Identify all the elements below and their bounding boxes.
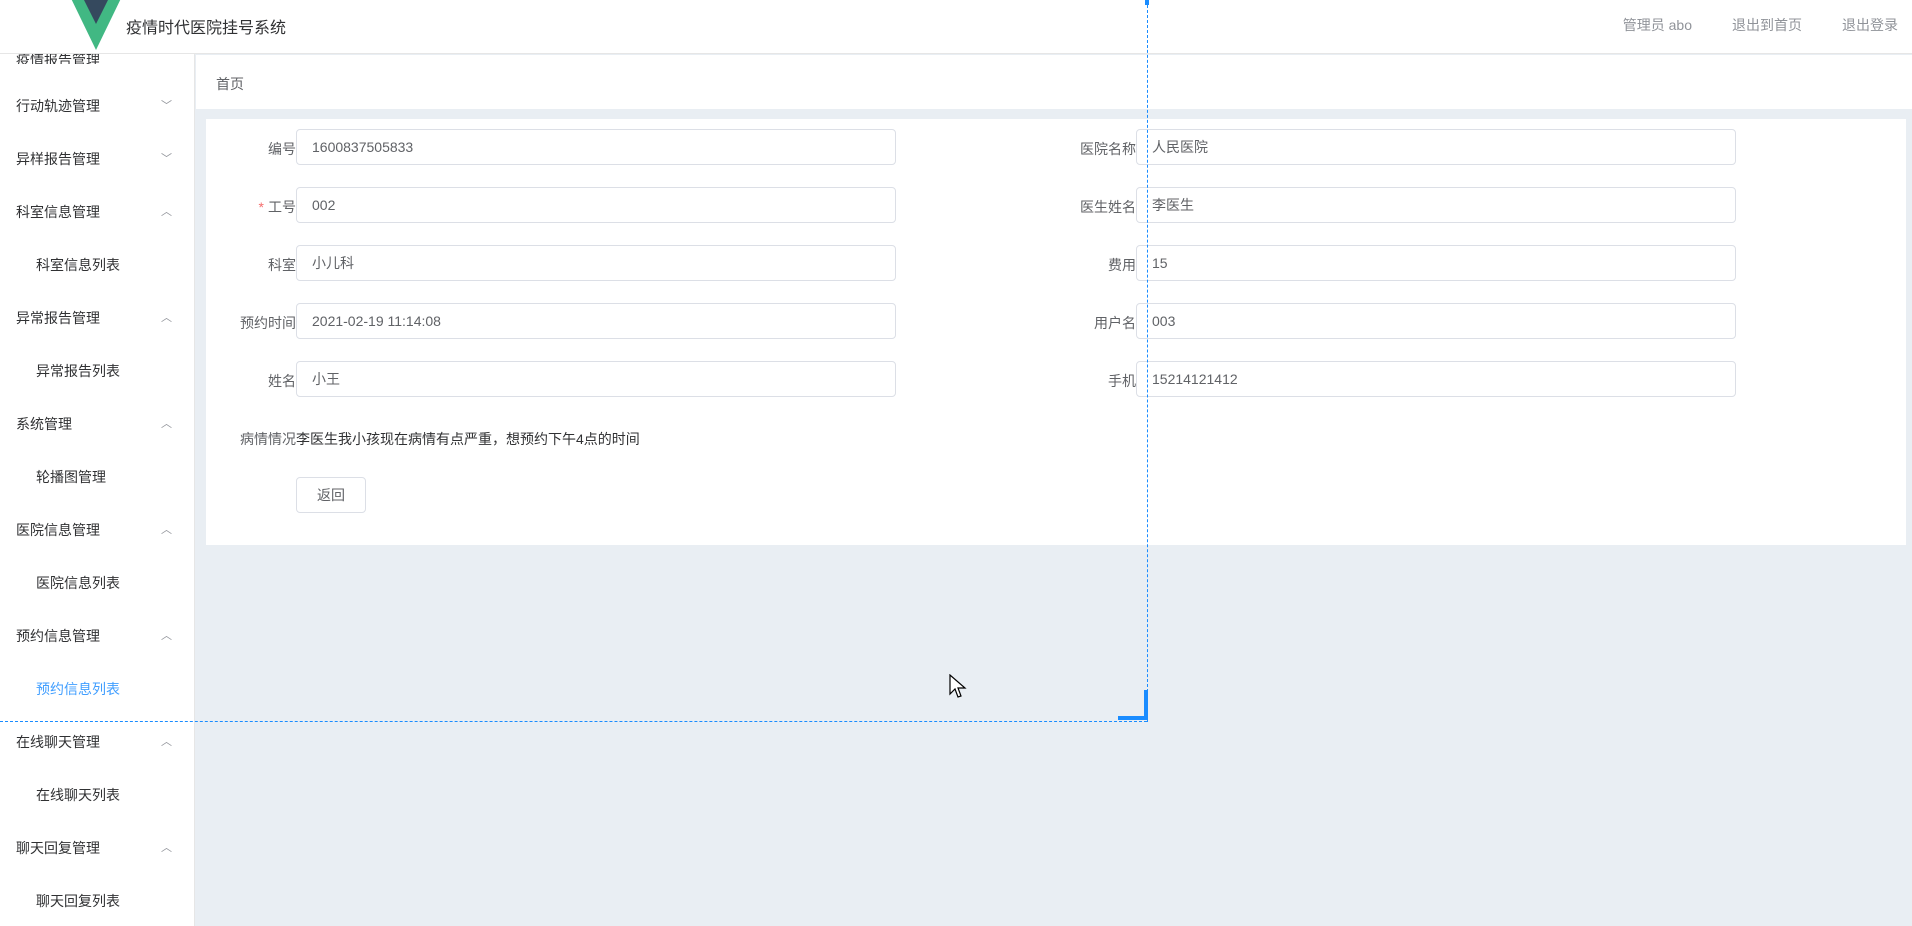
username-label: 用户名 (1094, 315, 1136, 331)
vue-logo-icon (71, 0, 121, 50)
chevron-up-icon: ︿ (161, 206, 172, 218)
sidebar-group-label: 异常报告管理 (16, 310, 100, 326)
appointment-detail-form: 编号 医院名称 *工号 医生姓名 科室 费用 预约时间 用户名 姓名 手机 病情… (206, 119, 1906, 545)
sidebar-group-label: 异样报告管理 (16, 151, 100, 167)
sidebar-group-abnormal-report[interactable]: 异样报告管理 ﹀ (0, 133, 194, 186)
selection-corner-handle[interactable] (1118, 690, 1148, 720)
fee-label: 费用 (1108, 257, 1136, 273)
sidebar-group-chat-reply[interactable]: 聊天回复管理 ︿ (0, 822, 194, 875)
id-field[interactable] (296, 129, 896, 165)
selection-vertical-guide (1147, 0, 1148, 722)
sidebar-group-label: 预约信息管理 (16, 628, 100, 644)
sidebar-group-label: 医院信息管理 (16, 522, 100, 538)
department-field[interactable] (296, 245, 896, 281)
sidebar-group-dept[interactable]: 科室信息管理 ︿ (0, 186, 194, 239)
chevron-up-icon: ︿ (161, 524, 172, 536)
patient-name-label: 姓名 (268, 373, 296, 389)
chevron-up-icon: ︿ (161, 842, 172, 854)
id-label: 编号 (268, 141, 296, 157)
chevron-up-icon: ︿ (161, 418, 172, 430)
hospital-name-field[interactable] (1136, 129, 1736, 165)
sidebar-group-system[interactable]: 系统管理 ︿ (0, 398, 194, 451)
username-field[interactable] (1136, 303, 1736, 339)
required-mark: * (258, 199, 264, 215)
chevron-down-icon: ﹀ (161, 153, 172, 165)
top-header: 疫情时代医院挂号系统 管理员 abo 退出到首页 退出登录 (0, 0, 1912, 54)
patient-name-field[interactable] (296, 361, 896, 397)
sidebar-item-chat-reply-list[interactable]: 聊天回复列表 (0, 875, 194, 926)
sidebar-group-chat[interactable]: 在线聊天管理 ︿ (0, 716, 194, 769)
sidebar-item-carousel[interactable]: 轮播图管理 (0, 451, 194, 504)
condition-label: 病情情况 (240, 431, 296, 447)
doctor-name-label: 医生姓名 (1080, 199, 1136, 215)
phone-label: 手机 (1108, 373, 1136, 389)
appointment-time-label: 预约时间 (240, 315, 296, 331)
job-number-field[interactable] (296, 187, 896, 223)
breadcrumb-bar: 首页 (196, 55, 1912, 109)
sidebar-item-chat-list[interactable]: 在线聊天列表 (0, 769, 194, 822)
sidebar-group-label: 科室信息管理 (16, 204, 100, 220)
sidebar-group-appointment[interactable]: 预约信息管理 ︿ (0, 610, 194, 663)
chevron-up-icon: ︿ (161, 630, 172, 642)
sidebar-group-label: 聊天回复管理 (16, 840, 100, 856)
fee-field[interactable] (1136, 245, 1736, 281)
doctor-name-field[interactable] (1136, 187, 1736, 223)
condition-text: 李医生我小孩现在病情有点严重，想预约下午4点的时间 (296, 431, 640, 447)
sidebar-group-track[interactable]: 行动轨迹管理 ﹀ (0, 80, 194, 133)
chevron-up-icon: ︿ (161, 736, 172, 748)
app-title: 疫情时代医院挂号系统 (126, 20, 287, 37)
selection-horizontal-guide (0, 721, 1147, 722)
exit-to-home-link[interactable]: 退出到首页 (1732, 15, 1802, 35)
chevron-up-icon: ︿ (161, 312, 172, 324)
mouse-cursor-icon (949, 674, 967, 698)
sidebar-group-exception[interactable]: 异常报告管理 ︿ (0, 292, 194, 345)
job-number-label-text: 工号 (268, 199, 296, 215)
sidebar-group-label: 在线聊天管理 (16, 734, 100, 750)
sidebar-item-hospital-list[interactable]: 医院信息列表 (0, 557, 194, 610)
department-label: 科室 (268, 257, 296, 273)
sidebar-group-hospital[interactable]: 医院信息管理 ︿ (0, 504, 194, 557)
logout-link[interactable]: 退出登录 (1842, 15, 1898, 35)
sidebar-group-label: 系统管理 (16, 416, 72, 432)
admin-user-label[interactable]: 管理员 abo (1623, 15, 1692, 35)
sidebar-item-dept-list[interactable]: 科室信息列表 (0, 239, 194, 292)
breadcrumb-home[interactable]: 首页 (216, 74, 244, 94)
appointment-time-field[interactable] (296, 303, 896, 339)
job-number-label: * 工号 (206, 197, 296, 217)
back-button[interactable]: 返回 (296, 477, 366, 513)
sidebar-menu: 疫情报告管理 行动轨迹管理 ﹀ 异样报告管理 ﹀ 科室信息管理 ︿ 科室信息列表… (0, 54, 195, 926)
chevron-down-icon: ﹀ (161, 100, 172, 112)
sidebar-group-cut[interactable]: 疫情报告管理 (0, 54, 194, 64)
sidebar-group-label: 行动轨迹管理 (16, 98, 100, 114)
phone-field[interactable] (1136, 361, 1736, 397)
sidebar-item-appointment-list[interactable]: 预约信息列表 (0, 663, 194, 716)
hospital-name-label: 医院名称 (1080, 141, 1136, 157)
sidebar-item-exception-list[interactable]: 异常报告列表 (0, 345, 194, 398)
